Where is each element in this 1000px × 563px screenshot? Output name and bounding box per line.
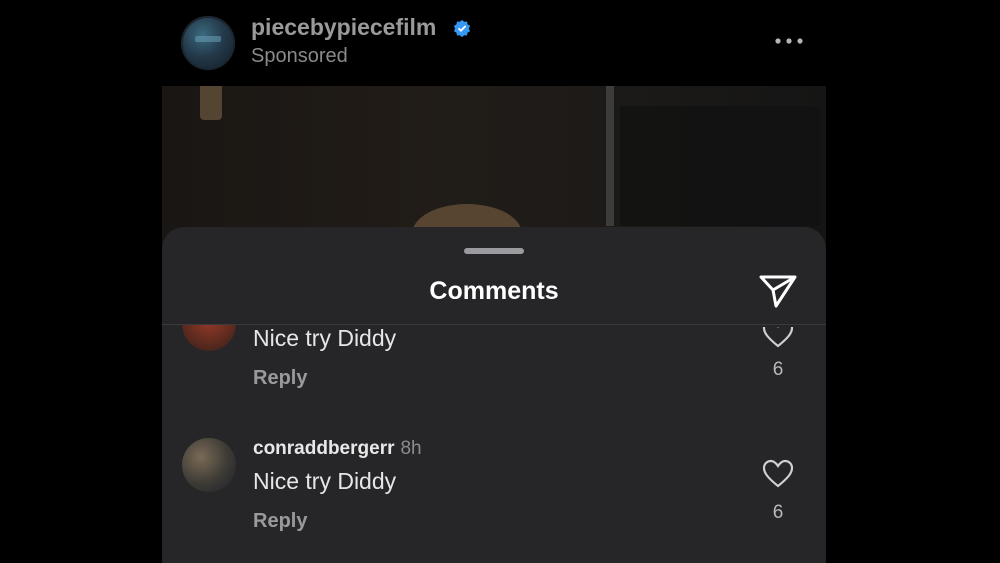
account-avatar[interactable] [181, 16, 235, 70]
post-header: piecebypiecefilm Sponsored [162, 0, 826, 86]
heart-icon[interactable] [762, 459, 794, 489]
like-count: 6 [772, 359, 784, 380]
video-shadow [620, 106, 820, 226]
reply-button[interactable]: Reply [253, 367, 307, 390]
comment-username[interactable]: conraddbergerr 8h [253, 438, 422, 460]
like-count: 6 [772, 502, 784, 523]
video-lamp [200, 86, 222, 120]
more-options-icon[interactable] [774, 36, 804, 46]
comments-sheet: Comments Nice try Diddy Reply 6 conraddb… [162, 227, 826, 563]
verified-badge-icon [453, 19, 471, 37]
post-video[interactable] [162, 86, 826, 264]
comment-username-text[interactable]: conraddbergerr [253, 438, 394, 459]
phone-screen: piecebypiecefilm Sponsored Comments Nice… [162, 0, 826, 563]
comment-avatar[interactable] [182, 438, 236, 492]
share-send-icon[interactable] [758, 273, 798, 309]
sheet-title: Comments [429, 277, 559, 305]
comment-text: Nice try Diddy [253, 468, 397, 494]
video-pole [606, 86, 614, 226]
comment-time: 8h [400, 438, 422, 459]
sheet-grabber[interactable] [464, 248, 524, 254]
sponsored-label: Sponsored [251, 45, 348, 67]
account-name[interactable]: piecebypiecefilm [251, 14, 436, 41]
reply-button[interactable]: Reply [253, 510, 307, 533]
comment-text: Nice try Diddy [253, 325, 397, 351]
